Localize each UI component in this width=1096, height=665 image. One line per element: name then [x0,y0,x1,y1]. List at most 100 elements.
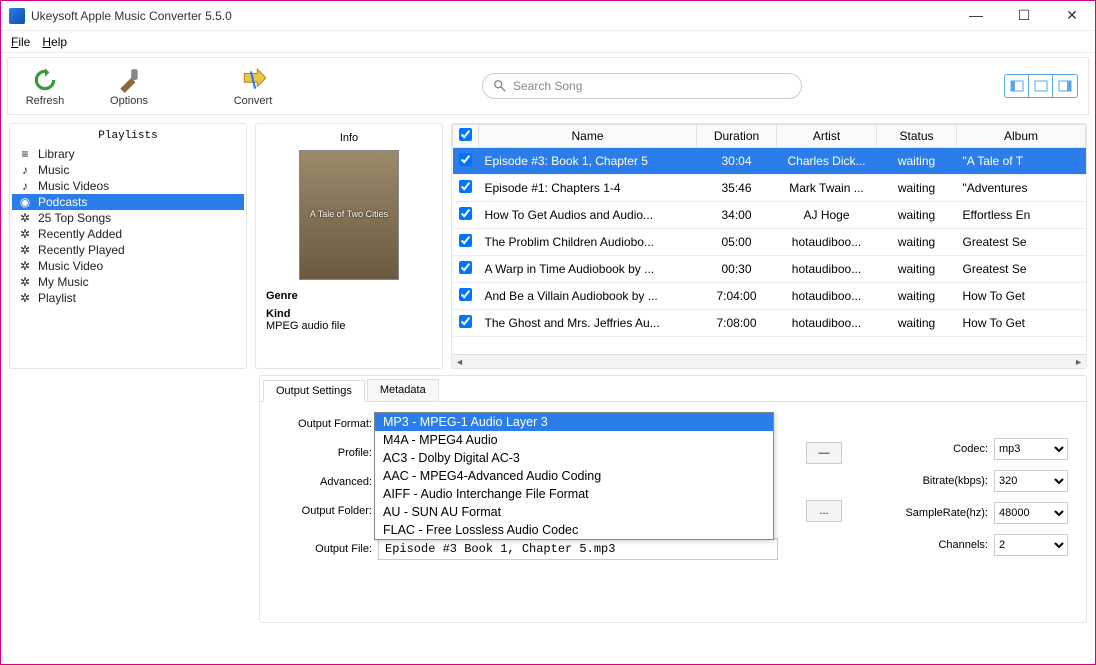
sidebar-item-music-videos[interactable]: ♪Music Videos [12,178,244,194]
header-duration[interactable]: Duration [697,125,777,148]
table-row[interactable]: The Ghost and Mrs. Jeffries Au...7:08:00… [453,310,1086,337]
cell-status: waiting [877,202,957,229]
cell-album: How To Get [957,283,1086,310]
stack-icon: ≡ [18,147,32,161]
convert-button[interactable]: Convert [226,66,280,107]
cell-name: A Warp in Time Audiobook by ... [479,256,697,283]
table-row[interactable]: And Be a Villain Audiobook by ...7:04:00… [453,283,1086,310]
cell-name: Episode #1: Chapters 1-4 [479,175,697,202]
header-status[interactable]: Status [877,125,957,148]
track-table: Name Duration Artist Status Album Episod… [451,123,1087,369]
minimize-button[interactable]: — [961,7,991,24]
sidebar-item-recently-played[interactable]: ✲Recently Played [12,242,244,258]
tab-metadata[interactable]: Metadata [367,379,439,401]
row-checkbox[interactable] [459,234,472,247]
cell-name: The Ghost and Mrs. Jeffries Au... [479,310,697,337]
info-panel: Info A Tale of Two Cities Genre Kind MPE… [255,123,443,369]
cell-artist: Mark Twain ... [777,175,877,202]
browse-folder-button[interactable]: ... [806,500,842,522]
cell-name: The Problim Children Audiobo... [479,229,697,256]
format-option[interactable]: MP3 - MPEG-1 Audio Layer 3 [375,413,773,431]
album-art: A Tale of Two Cities [299,150,399,280]
sidebar-item-podcasts[interactable]: ◉Podcasts [12,194,244,210]
output-folder-label: Output Folder: [274,505,378,517]
format-option[interactable]: FLAC - Free Lossless Audio Codec [375,521,773,539]
header-name[interactable]: Name [479,125,697,148]
format-option[interactable]: AC3 - Dolby Digital AC-3 [375,449,773,467]
header-album[interactable]: Album [957,125,1086,148]
note-icon: ♪ [18,163,32,177]
refresh-button[interactable]: Refresh [18,66,72,107]
row-checkbox[interactable] [459,315,472,328]
format-option[interactable]: M4A - MPEG4 Audio [375,431,773,449]
view-mode-2[interactable] [1029,75,1053,97]
sidebar-item-my-music[interactable]: ✲My Music [12,274,244,290]
profile-label: Profile: [274,447,378,459]
table-row[interactable]: How To Get Audios and Audio...34:00AJ Ho… [453,202,1086,229]
podcast-icon: ◉ [18,195,32,209]
codec-label: Codec: [953,443,994,455]
format-option[interactable]: AIFF - Audio Interchange File Format [375,485,773,503]
row-checkbox[interactable] [459,288,472,301]
sidebar-item-music[interactable]: ♪Music [12,162,244,178]
table-row[interactable]: A Warp in Time Audiobook by ...00:30hota… [453,256,1086,283]
output-format-dropdown[interactable]: MP3 - MPEG-1 Audio Layer 3M4A - MPEG4 Au… [374,412,774,540]
view-mode-toggle[interactable] [1004,74,1078,98]
cell-artist: hotaudiboo... [777,256,877,283]
row-checkbox[interactable] [459,153,472,166]
info-title: Info [266,132,432,144]
menu-help[interactable]: Help [42,35,67,49]
cell-name: And Be a Villain Audiobook by ... [479,283,697,310]
table-row[interactable]: Episode #1: Chapters 1-435:46Mark Twain … [453,175,1086,202]
menu-file[interactable]: File [11,35,30,49]
advanced-label: Advanced: [274,476,378,488]
cell-name: Episode #3: Book 1, Chapter 5 [479,148,697,175]
samplerate-select[interactable]: 48000 [994,502,1068,524]
cell-duration: 7:08:00 [697,310,777,337]
row-checkbox[interactable] [459,261,472,274]
search-input[interactable]: Search Song [482,73,802,99]
sidebar-item-25-top-songs[interactable]: ✲25 Top Songs [12,210,244,226]
output-file-input[interactable] [378,538,778,560]
cell-artist: AJ Hoge [777,202,877,229]
close-button[interactable]: ✕ [1057,7,1087,24]
table-row[interactable]: Episode #3: Book 1, Chapter 530:04Charle… [453,148,1086,175]
refresh-icon [31,66,59,94]
cell-status: waiting [877,310,957,337]
sidebar-item-music-video[interactable]: ✲Music Video [12,258,244,274]
menu-bar: File Help [1,31,1095,53]
bitrate-select[interactable]: 320 [994,470,1068,492]
row-checkbox[interactable] [459,180,472,193]
kind-label: Kind [266,308,432,320]
maximize-button[interactable]: ☐ [1009,7,1039,24]
gear-icon: ✲ [18,259,32,273]
sidebar-item-playlist[interactable]: ✲Playlist [12,290,244,306]
sidebar-item-library[interactable]: ≡Library [12,146,244,162]
header-checkbox[interactable] [453,125,479,148]
view-mode-1[interactable] [1005,75,1029,97]
options-button[interactable]: Options [102,66,156,107]
format-option[interactable]: AU - SUN AU Format [375,503,773,521]
format-option[interactable]: AAC - MPEG4-Advanced Audio Coding [375,467,773,485]
cell-status: waiting [877,175,957,202]
cell-album: How To Get [957,310,1086,337]
row-checkbox[interactable] [459,207,472,220]
cell-duration: 05:00 [697,229,777,256]
cell-duration: 00:30 [697,256,777,283]
table-row[interactable]: The Problim Children Audiobo...05:00hota… [453,229,1086,256]
profile-button[interactable]: — [806,442,842,464]
cell-duration: 7:04:00 [697,283,777,310]
channels-select[interactable]: 2 [994,534,1068,556]
horizontal-scrollbar[interactable]: ◄► [452,354,1086,368]
cell-duration: 34:00 [697,202,777,229]
cell-artist: hotaudiboo... [777,283,877,310]
cell-status: waiting [877,229,957,256]
samplerate-label: SampleRate(hz): [905,507,994,519]
tab-output-settings[interactable]: Output Settings [263,380,365,402]
header-artist[interactable]: Artist [777,125,877,148]
sidebar-item-recently-added[interactable]: ✲Recently Added [12,226,244,242]
view-mode-3[interactable] [1053,75,1077,97]
toolbar: Refresh Options Convert Search Song [7,57,1089,115]
channels-label: Channels: [938,539,994,551]
codec-select[interactable]: mp3 [994,438,1068,460]
